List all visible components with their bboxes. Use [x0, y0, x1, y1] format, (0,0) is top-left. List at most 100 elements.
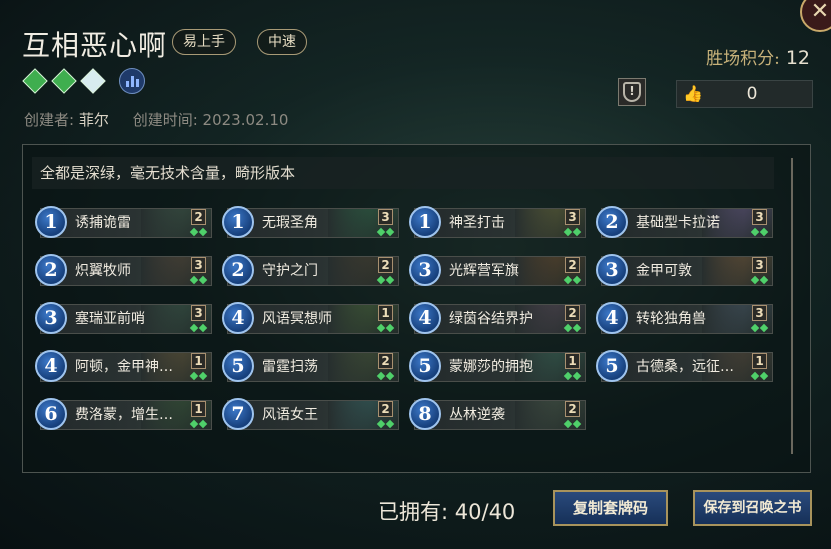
card-count: 1 [378, 305, 393, 321]
card-cost: 4 [596, 302, 628, 334]
card-cost: 4 [409, 302, 441, 334]
card-cost: 3 [35, 302, 67, 334]
deck-title: 互相恶心啊 [22, 29, 168, 62]
thumbs-up-icon[interactable]: 👍 [683, 84, 703, 103]
card-cost: 2 [222, 254, 254, 286]
card-count: 2 [565, 401, 580, 417]
card-cost: 2 [35, 254, 67, 286]
owned-label: 已拥有: [378, 500, 449, 524]
like-count: 0 [746, 84, 758, 104]
card-item[interactable]: 4 转轮独角兽 3 [596, 302, 773, 334]
card-count: 1 [752, 353, 767, 369]
created-date: 2023.02.10 [202, 111, 289, 129]
card-count: 3 [565, 209, 580, 225]
card-count: 2 [565, 305, 580, 321]
card-count: 3 [191, 305, 206, 321]
card-item[interactable]: 7 风语女王 2 [222, 398, 399, 430]
card-cost: 1 [222, 206, 254, 238]
card-item[interactable]: 2 基础型卡拉诺 3 [596, 206, 773, 238]
card-count: 3 [752, 209, 767, 225]
card-item[interactable]: 4 阿顿，金甲神… 1 [35, 350, 212, 382]
card-item[interactable]: 1 神圣打击 3 [409, 206, 586, 238]
card-cost: 3 [409, 254, 441, 286]
card-count: 1 [565, 353, 580, 369]
card-count: 2 [565, 257, 580, 273]
card-cost: 5 [222, 350, 254, 382]
card-item[interactable]: 5 蒙娜莎的拥抱 1 [409, 350, 586, 382]
card-count: 3 [378, 209, 393, 225]
copy-deck-code-button[interactable]: 复制套牌码 [553, 490, 668, 526]
report-icon: ! [623, 82, 641, 102]
card-cost: 4 [35, 350, 67, 382]
card-name: 费洛蒙，增生… [75, 407, 173, 423]
card-cost: 6 [35, 398, 67, 430]
card-cost: 8 [409, 398, 441, 430]
card-count: 3 [752, 257, 767, 273]
close-button[interactable]: ✕ [800, 0, 831, 32]
creator-label: 创建者: [24, 111, 75, 129]
card-item[interactable]: 4 绿茵谷结界护 2 [409, 302, 586, 334]
created-label: 创建时间: [132, 111, 198, 129]
card-count: 1 [191, 353, 206, 369]
green-gem-icon [51, 68, 77, 94]
creator-name: 菲尔 [78, 111, 109, 129]
card-item[interactable]: 6 费洛蒙，增生… 1 [35, 398, 212, 430]
card-count: 2 [378, 401, 393, 417]
card-count: 1 [191, 401, 206, 417]
card-count: 3 [752, 305, 767, 321]
card-item[interactable]: 3 金甲可敦 3 [596, 254, 773, 286]
card-cost: 5 [596, 350, 628, 382]
white-gem-icon [80, 68, 106, 94]
card-cost: 2 [596, 206, 628, 238]
card-item[interactable]: 4 风语冥想师 1 [222, 302, 399, 334]
card-name: 炽翼牧师 [75, 263, 131, 279]
card-count: 3 [191, 257, 206, 273]
card-cost: 3 [596, 254, 628, 286]
like-box[interactable]: 👍 0 [676, 80, 813, 108]
deck-description: 全都是深绿，毫无技术含量，畸形版本 [32, 157, 774, 189]
card-item[interactable]: 5 古德桑，远征… 1 [596, 350, 773, 382]
report-button[interactable]: ! [618, 78, 646, 106]
card-name: 古德桑，远征… [636, 359, 734, 375]
score-label: 胜场积分: [706, 49, 780, 69]
card-cost: 5 [409, 350, 441, 382]
card-cost: 1 [409, 206, 441, 238]
card-item[interactable]: 2 炽翼牧师 3 [35, 254, 212, 286]
card-name: 风语女王 [262, 407, 318, 423]
green-gem-icon [22, 68, 48, 94]
card-name: 诱捕诡雷 [75, 215, 131, 231]
deck-detail-panel: ✕ 互相恶心啊 易上手 中速 创建者: 菲尔 创建时间: 2023.02.10 … [0, 0, 831, 549]
card-name: 转轮独角兽 [636, 311, 706, 327]
card-cost: 4 [222, 302, 254, 334]
card-name: 风语冥想师 [262, 311, 332, 327]
stats-icon[interactable] [119, 68, 145, 94]
card-name: 塞瑞亚前哨 [75, 311, 145, 327]
card-item[interactable]: 5 雷霆扫荡 2 [222, 350, 399, 382]
card-count: 2 [378, 353, 393, 369]
card-item[interactable]: 3 光辉营军旗 2 [409, 254, 586, 286]
card-item[interactable]: 1 无瑕圣角 3 [222, 206, 399, 238]
card-count: 2 [378, 257, 393, 273]
tag-easy: 易上手 [172, 29, 236, 55]
save-to-book-button[interactable]: 保存到召唤之书 [693, 490, 812, 526]
card-name: 丛林逆袭 [449, 407, 505, 423]
creator-info: 创建者: 菲尔 创建时间: 2023.02.10 [24, 109, 288, 130]
card-name: 基础型卡拉诺 [636, 215, 720, 231]
card-name: 阿顿，金甲神… [75, 359, 173, 375]
card-cost: 1 [35, 206, 67, 238]
card-cost: 7 [222, 398, 254, 430]
card-item[interactable]: 8 丛林逆袭 2 [409, 398, 586, 430]
card-name: 守护之门 [262, 263, 318, 279]
card-count: 2 [191, 209, 206, 225]
scrollbar[interactable] [791, 158, 793, 454]
card-name: 光辉营军旗 [449, 263, 519, 279]
card-name: 神圣打击 [449, 215, 505, 231]
card-item[interactable]: 2 守护之门 2 [222, 254, 399, 286]
card-item[interactable]: 1 诱捕诡雷 2 [35, 206, 212, 238]
card-item[interactable]: 3 塞瑞亚前哨 3 [35, 302, 212, 334]
owned-count: 已拥有: 40/40 [378, 496, 515, 526]
card-name: 绿茵谷结界护 [449, 311, 533, 327]
owned-value: 40/40 [454, 500, 516, 524]
win-score: 胜场积分: 12 [706, 44, 810, 69]
card-name: 雷霆扫荡 [262, 359, 318, 375]
